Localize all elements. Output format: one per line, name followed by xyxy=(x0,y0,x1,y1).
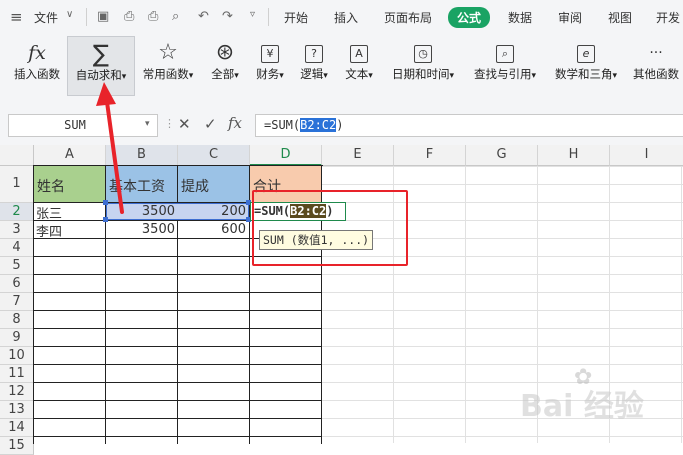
arrow-head xyxy=(96,82,116,106)
watermark: ✿ Bai 经验 xyxy=(520,365,680,431)
arrow-shaft xyxy=(105,100,124,214)
watermark-text: Bai 经验 xyxy=(520,389,644,424)
